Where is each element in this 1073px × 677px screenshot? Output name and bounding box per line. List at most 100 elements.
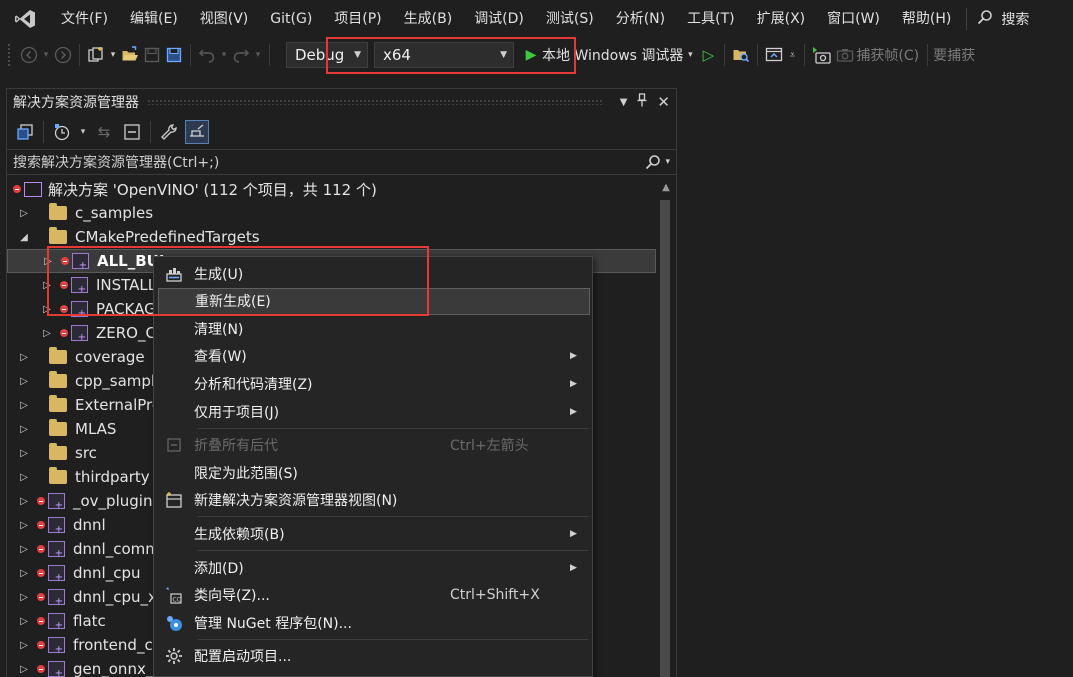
context-menu-item[interactable]: 分析和代码清理(Z) ▶	[154, 370, 592, 397]
start-without-debugging-icon[interactable]: ▷	[699, 43, 717, 67]
collapsed-arrow-icon[interactable]: ▷	[17, 640, 31, 651]
collapsed-arrow-icon[interactable]: ▷	[17, 592, 31, 603]
context-menu-item[interactable]: 配置启动项目...	[154, 643, 592, 670]
undo-icon[interactable]	[198, 43, 216, 67]
collapsed-arrow-icon[interactable]: ▷	[41, 256, 55, 267]
toolbar-grip[interactable]	[8, 44, 12, 66]
redo-icon[interactable]	[232, 43, 250, 67]
context-menu-item[interactable]: 限定为此范围(S)	[154, 459, 592, 486]
close-icon[interactable]: ✕	[657, 93, 670, 111]
context-menu-item[interactable]: 重新生成(E)	[158, 287, 590, 315]
menu-item[interactable]: Git(G)	[259, 0, 323, 38]
camera-icon[interactable]	[836, 43, 854, 67]
window-position-icon[interactable]: ▼	[620, 97, 628, 108]
tree-project-item[interactable]: ▷ PACKAG	[40, 297, 156, 321]
debugger-target-button[interactable]: 本地 Windows 调试器	[542, 45, 683, 65]
solution-explorer-search[interactable]: 搜索解决方案资源管理器(Ctrl+;) ▾	[7, 149, 676, 175]
save-icon[interactable]	[143, 43, 161, 67]
tree-project-item[interactable]: ▷ZERO_CH	[40, 321, 167, 345]
capture-frame-button[interactable]: 捕获帧(C)	[856, 45, 919, 65]
tree-folder-item[interactable]: ▷ thirdparty	[17, 465, 150, 489]
tree-folder-item[interactable]: ▷ MLAS	[17, 417, 116, 441]
tree-project-item[interactable]: ▷ flatc	[17, 609, 106, 633]
collapsed-arrow-icon[interactable]: ▷	[17, 664, 31, 675]
web-publish-icon[interactable]	[765, 43, 783, 67]
tree-folder-item[interactable]: ▷ ExternalPro	[17, 393, 161, 417]
redo-dropdown-icon[interactable]: ▾	[254, 43, 262, 67]
forward-icon[interactable]	[54, 43, 72, 67]
collapsed-arrow-icon[interactable]: ▷	[40, 304, 54, 315]
collapsed-arrow-icon[interactable]: ▷	[17, 616, 31, 627]
tree-project-item[interactable]: ▷ INSTALL	[40, 273, 156, 297]
context-menu-item[interactable]: 生成(U)	[154, 260, 592, 287]
tree-folder-item[interactable]: ▷ c_samples	[17, 201, 153, 225]
titlebar-grip[interactable]	[147, 99, 602, 105]
back-icon[interactable]	[20, 43, 38, 67]
tree-folder-item[interactable]: ▷ cpp_sample	[17, 369, 164, 393]
context-menu-item[interactable]: 仅用于项目(J) ▶	[154, 398, 592, 425]
collapsed-arrow-icon[interactable]: ▷	[17, 496, 31, 507]
global-search[interactable]: 搜索	[977, 9, 1029, 29]
toolbar-overflow-icon[interactable]: ⩡	[787, 43, 797, 67]
solution-configuration-dropdown[interactable]: Debug ▼	[286, 42, 368, 68]
menu-item[interactable]: 工具(T)	[676, 0, 745, 38]
collapsed-arrow-icon[interactable]: ▷	[17, 568, 31, 579]
collapsed-arrow-icon[interactable]: ▷	[17, 400, 31, 411]
context-menu-item[interactable]: 添加(D) ▶	[154, 554, 592, 581]
collapsed-arrow-icon[interactable]: ▷	[40, 280, 54, 291]
collapsed-arrow-icon[interactable]: ▷	[17, 424, 31, 435]
collapsed-arrow-icon[interactable]: ▷	[17, 520, 31, 531]
start-debugging-icon[interactable]: ▶	[522, 43, 540, 67]
save-all-icon[interactable]	[165, 43, 183, 67]
undo-dropdown-icon[interactable]: ▾	[220, 43, 228, 67]
menu-item[interactable]: 帮助(H)	[891, 0, 962, 38]
open-file-icon[interactable]	[121, 43, 139, 67]
solution-platform-dropdown[interactable]: x64 ▼	[374, 42, 514, 68]
menu-item[interactable]: 分析(N)	[605, 0, 676, 38]
filter-dropdown-icon[interactable]: ▾	[78, 120, 88, 144]
menu-item[interactable]: 文件(F)	[50, 0, 119, 38]
menu-item[interactable]: 窗口(W)	[816, 0, 891, 38]
debugger-target-dropdown-icon[interactable]: ▾	[685, 43, 695, 67]
tree-folder-item[interactable]: ◢ CMakePredefinedTargets	[17, 225, 260, 249]
solution-explorer-search-input[interactable]: 搜索解决方案资源管理器(Ctrl+;)	[13, 152, 219, 172]
scrollbar-thumb[interactable]	[660, 200, 670, 677]
pin-icon[interactable]	[637, 93, 647, 111]
tree-project-item[interactable]: ▷ frontend_c	[17, 633, 153, 657]
new-project-icon[interactable]	[87, 43, 105, 67]
context-menu-item[interactable]: 清理(N)	[154, 315, 592, 342]
tree-folder-item[interactable]: ▷ src	[17, 441, 97, 465]
collapsed-arrow-icon[interactable]: ▷	[17, 472, 31, 483]
menu-item[interactable]: 测试(S)	[535, 0, 605, 38]
menu-item[interactable]: 生成(B)	[393, 0, 464, 38]
collapsed-arrow-icon[interactable]: ▷	[40, 328, 54, 339]
scroll-up-icon[interactable]: ▲	[658, 182, 674, 193]
tree-project-item[interactable]: ▷ gen_onnx_c	[17, 657, 162, 677]
menu-item[interactable]: 扩展(X)	[746, 0, 817, 38]
preview-selected-items-icon[interactable]	[185, 120, 209, 144]
collapsed-arrow-icon[interactable]: ▷	[17, 352, 31, 363]
switch-views-icon[interactable]	[13, 120, 37, 144]
tree-project-item[interactable]: ▷ dnnl_comm	[17, 537, 160, 561]
context-menu-item[interactable]: 管理 NuGet 程序包(N)...	[154, 609, 592, 636]
context-menu-item[interactable]: CC 类向导(Z)... Ctrl+Shift+X	[154, 582, 592, 609]
expanded-arrow-icon[interactable]: ◢	[17, 232, 31, 243]
menu-item[interactable]: 视图(V)	[189, 0, 260, 38]
visual-studio-logo-icon[interactable]	[0, 0, 50, 38]
collapsed-arrow-icon[interactable]: ▷	[17, 544, 31, 555]
context-menu-item[interactable]: 生成依赖项(B) ▶	[154, 520, 592, 547]
pending-changes-filter-icon[interactable]	[50, 120, 74, 144]
search-icon[interactable]: ▾	[645, 154, 670, 170]
new-project-dropdown-icon[interactable]: ▾	[109, 43, 117, 67]
explorer-scrollbar[interactable]: ▲	[658, 182, 674, 677]
collapse-all-icon[interactable]	[120, 120, 144, 144]
collapsed-arrow-icon[interactable]: ▷	[17, 448, 31, 459]
collapsed-arrow-icon[interactable]: ▷	[17, 376, 31, 387]
solution-node[interactable]: 解决方案 'OpenVINO' (112 个项目，共 112 个)	[13, 177, 377, 201]
sync-with-document-icon[interactable]: ⇆	[92, 120, 116, 144]
tree-project-item[interactable]: ▷ dnnl_cpu_x	[17, 585, 157, 609]
tree-project-item[interactable]: ▷ dnnl	[17, 513, 106, 537]
collapsed-arrow-icon[interactable]: ▷	[17, 208, 31, 219]
menu-item[interactable]: 项目(P)	[323, 0, 392, 38]
properties-wrench-icon[interactable]	[157, 120, 181, 144]
